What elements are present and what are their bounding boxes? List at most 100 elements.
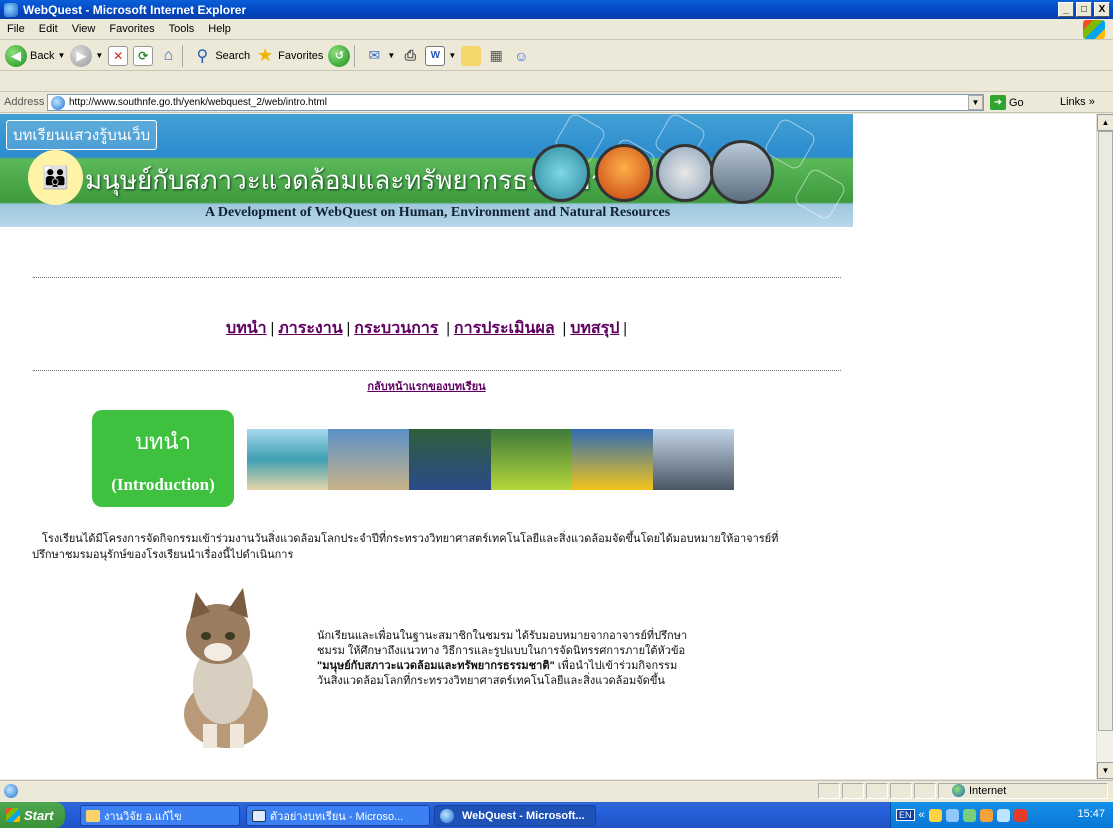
minimize-button[interactable]: _	[1058, 2, 1074, 17]
search-button[interactable]: ⚲ Search	[192, 46, 250, 66]
clock: 15:47	[1077, 808, 1105, 820]
star-icon: ★	[257, 45, 274, 65]
divider	[33, 277, 841, 278]
menu-file[interactable]: File	[0, 23, 32, 35]
nav-evaluation-link[interactable]: การประเมินผล	[454, 320, 555, 337]
menu-view[interactable]: View	[65, 23, 103, 35]
mail-icon[interactable]: ✉	[364, 46, 384, 66]
status-page-icon	[4, 784, 18, 798]
start-label: Start	[24, 807, 54, 823]
task-label: WebQuest - Microsoft...	[462, 809, 585, 822]
address-bar: Address http://www.southnfe.go.th/yenk/w…	[0, 92, 1113, 113]
forward-arrow-icon: ▶	[70, 44, 93, 67]
title-bar: WebQuest - Microsoft Internet Explorer _…	[0, 0, 1113, 19]
intro-heading-en: (Introduction)	[111, 475, 215, 494]
word-doc-icon	[252, 809, 266, 822]
para2-line1: นักเรียนและเพื่อนในฐานะสมาชิกในชมรม ได้ร…	[317, 630, 688, 642]
messenger-icon[interactable]: ☺	[511, 46, 531, 66]
go-arrow-icon: ➜	[990, 95, 1006, 110]
menu-help[interactable]: Help	[201, 23, 238, 35]
maximize-button[interactable]: □	[1076, 2, 1092, 17]
refresh-icon[interactable]: ⟳	[133, 45, 154, 66]
web-page: บทเรียนแสวงรู้บนเว็บ 👪 มนุษย์กับสภาวะแวด…	[0, 114, 1096, 779]
back-arrow-icon: ◀	[5, 44, 27, 67]
ie-icon	[440, 808, 454, 823]
taskbar-item-ie[interactable]: WebQuest - Microsoft...	[434, 805, 596, 826]
folder-icon	[86, 809, 100, 822]
history-icon[interactable]: ↺	[328, 44, 351, 67]
intro-heading-box: บทนำ (Introduction)	[92, 410, 234, 507]
taskbar-item-word[interactable]: ตัวอย่างบทเรียน - Microso...	[246, 805, 430, 826]
nav-task-link[interactable]: ภาระงาน	[278, 320, 342, 337]
edit-word-icon[interactable]: W	[425, 45, 446, 66]
para2-line3: เพื่อนำไปเข้าร่วมกิจกรรม	[554, 660, 678, 672]
status-bar: Internet	[0, 780, 1113, 800]
scroll-up-icon[interactable]: ▲	[1097, 114, 1113, 131]
start-button[interactable]: Start	[0, 802, 65, 828]
back-link-row: กลับหน้าแรกของบทเรียน	[0, 377, 853, 395]
bird-photo	[656, 144, 714, 202]
tray-expand-icon[interactable]: «	[919, 809, 925, 821]
address-input[interactable]: http://www.southnfe.go.th/yenk/webquest_…	[47, 94, 984, 111]
links-label: Links	[1060, 96, 1086, 108]
forward-button[interactable]: ▶ ▼	[70, 44, 103, 67]
vertical-scrollbar[interactable]: ▲ ▼	[1096, 114, 1113, 779]
scroll-down-icon[interactable]: ▼	[1097, 762, 1113, 779]
nav-separator: |	[270, 320, 275, 337]
intro-heading-th: บทนำ	[135, 429, 191, 454]
menu-edit[interactable]: Edit	[32, 23, 65, 35]
favorites-button[interactable]: ★ Favorites	[255, 45, 324, 66]
display-icon[interactable]	[996, 808, 1010, 822]
messenger-tray-icon[interactable]	[962, 808, 976, 822]
nav-process-link[interactable]: กระบวนการ	[354, 320, 438, 337]
task-label: งานวิจัย อ.แก้ไข	[104, 810, 182, 823]
intro-paragraph-2: นักเรียนและเพื่อนในฐานะสมาชิกในชมรม ได้ร…	[317, 629, 737, 689]
window-title: WebQuest - Microsoft Internet Explorer	[23, 2, 247, 17]
nav-conclusion-link[interactable]: บทสรุป	[570, 320, 619, 337]
taskbar: Start งานวิจัย อ.แก้ไข ตัวอย่างบทเรียน -…	[0, 802, 1113, 828]
para2-topic: "มนุษย์กับสภาวะแวดล้อมและทรัพยากรธรรมชาต…	[317, 660, 555, 672]
header-banner: บทเรียนแสวงรู้บนเว็บ 👪 มนุษย์กับสภาวะแวด…	[0, 114, 853, 227]
kitten-photo	[184, 588, 268, 748]
menu-bar: File Edit View Favorites Tools Help	[0, 19, 1113, 40]
nav-separator: |	[562, 320, 567, 337]
banner-subtitle: A Development of WebQuest on Human, Envi…	[205, 205, 671, 220]
language-indicator[interactable]: EN	[896, 809, 915, 821]
address-label: Address	[4, 96, 45, 108]
nature-photo-strip	[247, 429, 734, 490]
scroll-thumb[interactable]	[1098, 131, 1113, 731]
go-button[interactable]: ➜ Go	[990, 95, 1024, 110]
volume-icon[interactable]	[979, 808, 993, 822]
close-button[interactable]: X	[1094, 2, 1110, 17]
search-label: Search	[215, 49, 251, 62]
research-icon[interactable]: ▦	[486, 46, 506, 66]
system-tray: EN « 15:47	[890, 802, 1113, 828]
menu-tools[interactable]: Tools	[162, 23, 202, 35]
antivirus-icon[interactable]	[1013, 808, 1027, 822]
links-button[interactable]: Links »	[1060, 96, 1095, 108]
task-label: ตัวอย่างบทเรียน - Microso...	[270, 810, 404, 823]
security-icon[interactable]	[928, 808, 942, 822]
favorites-label: Favorites	[278, 49, 324, 62]
taskbar-item-folder[interactable]: งานวิจัย อ.แก้ไข	[80, 805, 240, 826]
city-photo	[710, 140, 774, 204]
ie-window: WebQuest - Microsoft Internet Explorer _…	[0, 0, 1113, 828]
toolbar: ◀ Back ▼ ▶ ▼ ✕ ⟳ ⌂ ⚲ Search ★ Favorites …	[0, 41, 1113, 71]
menu-favorites[interactable]: Favorites	[102, 23, 161, 35]
nav-separator: |	[346, 320, 351, 337]
nav-links: บทนำ | ภาระงาน | กระบวนการ | การประเมินผ…	[0, 316, 853, 341]
nav-intro-link[interactable]: บทนำ	[226, 320, 267, 337]
intro-paragraph-1: โรงเรียนได้มีโครงการจัดกิจกรรมเข้าร่วมงา…	[32, 533, 779, 561]
print-icon[interactable]: ⎙	[400, 46, 420, 66]
home-icon[interactable]: ⌂	[158, 46, 178, 66]
back-home-link[interactable]: กลับหน้าแรกของบทเรียน	[367, 381, 485, 393]
stop-icon[interactable]: ✕	[108, 45, 129, 66]
network-icon[interactable]	[945, 808, 959, 822]
para2-line4: วันสิ่งแวดล้อมโลกที่กระทรวงวิทยาศาสตร์เท…	[317, 675, 665, 687]
internet-globe-icon	[952, 784, 965, 797]
note-icon[interactable]	[461, 45, 482, 66]
windows-logo-icon	[1083, 20, 1105, 39]
people-icon: 👪	[28, 150, 83, 205]
address-dropdown-icon[interactable]: ▼	[968, 95, 983, 110]
back-button[interactable]: ◀ Back ▼	[5, 44, 65, 67]
